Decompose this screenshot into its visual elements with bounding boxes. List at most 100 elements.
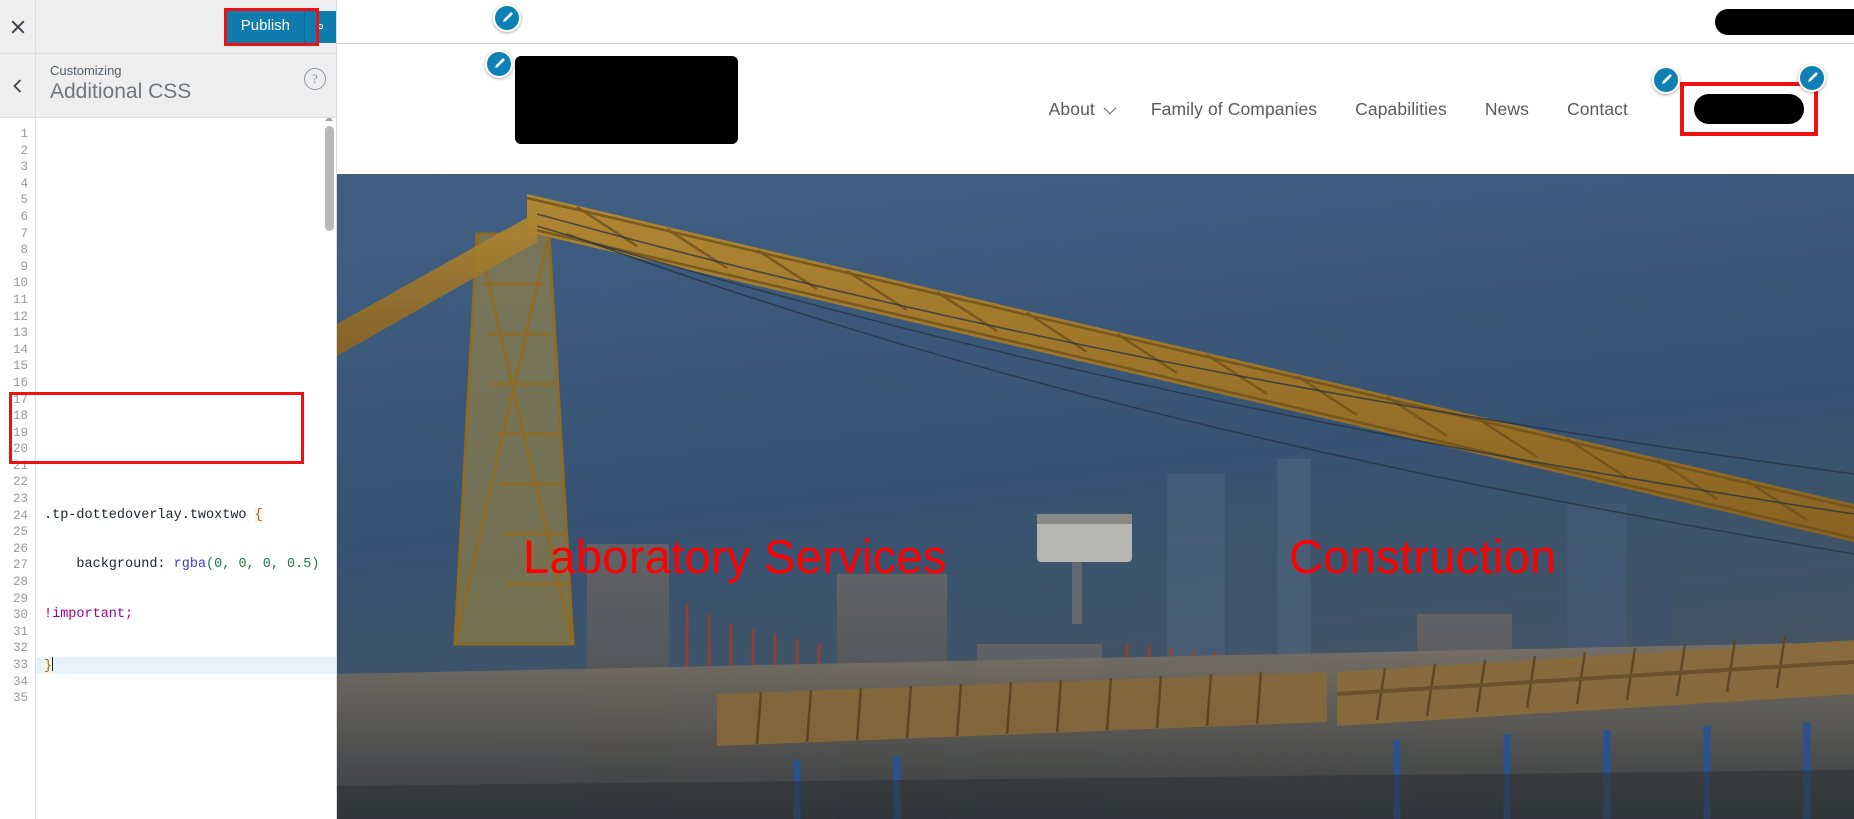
customizer-screen: Publish Customizing Additional CSS ? 1 2…	[0, 0, 1854, 819]
nav-cta-button-redacted[interactable]	[1694, 94, 1804, 124]
help-button[interactable]: ?	[304, 68, 326, 90]
chevron-down-icon	[1103, 101, 1117, 114]
publish-settings-button[interactable]	[304, 10, 336, 43]
code-line-8[interactable]: .tp-dottedoverlay.twoxtwo {	[44, 507, 336, 525]
line-number-29: 29	[12, 591, 28, 606]
edit-pencil-icon	[1662, 74, 1672, 84]
gear-icon	[317, 23, 324, 30]
line-number-10: 10	[12, 276, 28, 291]
line-number-19: 19	[12, 425, 28, 440]
nav-label: News	[1484, 98, 1529, 119]
main-navigation: About Family of Companies Capabilities N…	[1049, 44, 1854, 174]
line-number-16: 16	[12, 375, 28, 390]
code-line-10[interactable]: }	[36, 657, 336, 674]
chevron-left-icon	[12, 78, 21, 93]
editor-scrollbar-thumb[interactable]	[325, 126, 334, 231]
line-number-32: 32	[12, 641, 28, 656]
line-number-26: 26	[12, 541, 28, 556]
line-number-2: 2	[20, 143, 28, 158]
css-important: !important;	[44, 607, 134, 623]
site-preview: About Family of Companies Capabilities N…	[337, 0, 1854, 819]
nav-label: Family of Companies	[1150, 98, 1318, 119]
nav-item-capabilities[interactable]: Capabilities	[1355, 99, 1447, 120]
redacted-utility-item[interactable]	[1715, 9, 1854, 35]
edit-pencil-contact[interactable]	[1652, 66, 1680, 94]
line-number-15: 15	[12, 359, 28, 374]
css-code-area[interactable]: .tp-dottedoverlay.twoxtwo { background: …	[36, 118, 336, 819]
hero-slider[interactable]: Laboratory Services Construction Environ…	[337, 174, 1854, 819]
site-logo-redacted[interactable]	[515, 56, 738, 144]
line-number-14: 14	[12, 342, 28, 357]
publish-group: Publish	[226, 0, 336, 53]
line-number-5: 5	[20, 193, 28, 208]
panel-title-text: Customizing Additional CSS ?	[36, 54, 336, 117]
page-title: Additional CSS	[50, 80, 192, 103]
edit-pencil-icon	[495, 58, 505, 68]
panel-eyebrow: Customizing	[50, 63, 122, 78]
close-customizer-button[interactable]	[0, 0, 36, 53]
customizer-sidebar: Publish Customizing Additional CSS ? 1 2…	[0, 0, 337, 819]
edit-pencil-icon	[503, 12, 513, 22]
line-number-13: 13	[12, 326, 28, 341]
hero-label-laboratory-services[interactable]: Laboratory Services	[523, 529, 947, 584]
line-number-33: 33	[12, 658, 28, 672]
line-number-gutter: 1 2 3 4 5 6 7 8 9 10 11 12 13 14 15 16 17 18 19 20 21 22 23 24 2…	[0, 118, 36, 819]
css-editor[interactable]: 1 2 3 4 5 6 7 8 9 10 11 12 13 14 15 16 17 18 19 20 21 22 23 24 2…	[0, 118, 336, 819]
nav-item-about[interactable]: About	[1048, 98, 1117, 120]
line-number-25: 25	[12, 525, 28, 540]
nav-label: Capabilities	[1355, 98, 1447, 119]
back-button[interactable]	[0, 54, 36, 117]
line-number-9: 9	[20, 259, 28, 274]
customizer-header: Publish	[0, 0, 336, 54]
header-spacer	[36, 0, 227, 53]
site-header: About Family of Companies Capabilities N…	[337, 44, 1854, 174]
line-number-11: 11	[12, 292, 28, 307]
site-utility-bar	[337, 0, 1854, 44]
line-number-31: 31	[12, 624, 28, 639]
edit-pencil-cta[interactable]	[1798, 64, 1826, 92]
nav-item-contact[interactable]: Contact	[1567, 99, 1628, 120]
edit-pencil-logo[interactable]	[485, 50, 513, 78]
hero-label-construction[interactable]: Construction	[1289, 529, 1556, 584]
nav-label: Contact	[1566, 98, 1628, 119]
line-number-30: 30	[12, 608, 28, 623]
code-line-9[interactable]: background: rgba(0, 0, 0, 0.5)	[44, 557, 336, 574]
css-property: background:	[76, 557, 166, 573]
code-line-9-wrap[interactable]: !important;	[44, 607, 336, 624]
line-number-28: 28	[12, 575, 28, 590]
line-number-23: 23	[12, 492, 28, 507]
hero-label-environmental-services[interactable]: Environmental Services	[586, 811, 1086, 819]
line-number-7: 7	[20, 226, 28, 241]
scroll-up-arrow[interactable]	[325, 118, 333, 121]
line-number-20: 20	[12, 442, 28, 457]
line-number-3: 3	[20, 160, 28, 175]
css-rgba-args: (0, 0, 0, 0.5)	[206, 557, 320, 573]
nav-item-family-of-companies[interactable]: Family of Companies	[1151, 99, 1317, 120]
line-number-6: 6	[20, 209, 28, 224]
line-number-1: 1	[20, 127, 28, 141]
line-number-27: 27	[12, 558, 28, 573]
css-close-brace: }	[44, 659, 53, 674]
edit-pencil-utility[interactable]	[493, 4, 521, 32]
hero-label-it-telecom[interactable]: IT/Telecom	[1453, 811, 1686, 819]
line-number-17: 17	[12, 392, 28, 407]
line-number-21: 21	[12, 458, 28, 473]
css-function: rgba	[173, 557, 207, 573]
line-number-34: 34	[12, 674, 28, 689]
line-number-8: 8	[20, 243, 28, 258]
css-selector: .tp-dottedoverlay.twoxtwo	[44, 507, 247, 523]
publish-button[interactable]: Publish	[226, 10, 304, 43]
nav-label: About	[1048, 98, 1095, 119]
text-caret	[52, 657, 54, 671]
hero-overlay-labels: Laboratory Services Construction Environ…	[337, 174, 1854, 819]
line-number-18: 18	[12, 409, 28, 424]
line-number-12: 12	[12, 309, 28, 324]
panel-title-bar: Customizing Additional CSS ?	[0, 54, 336, 118]
nav-item-news[interactable]: News	[1485, 99, 1529, 120]
nav-cta-group	[1652, 64, 1826, 136]
